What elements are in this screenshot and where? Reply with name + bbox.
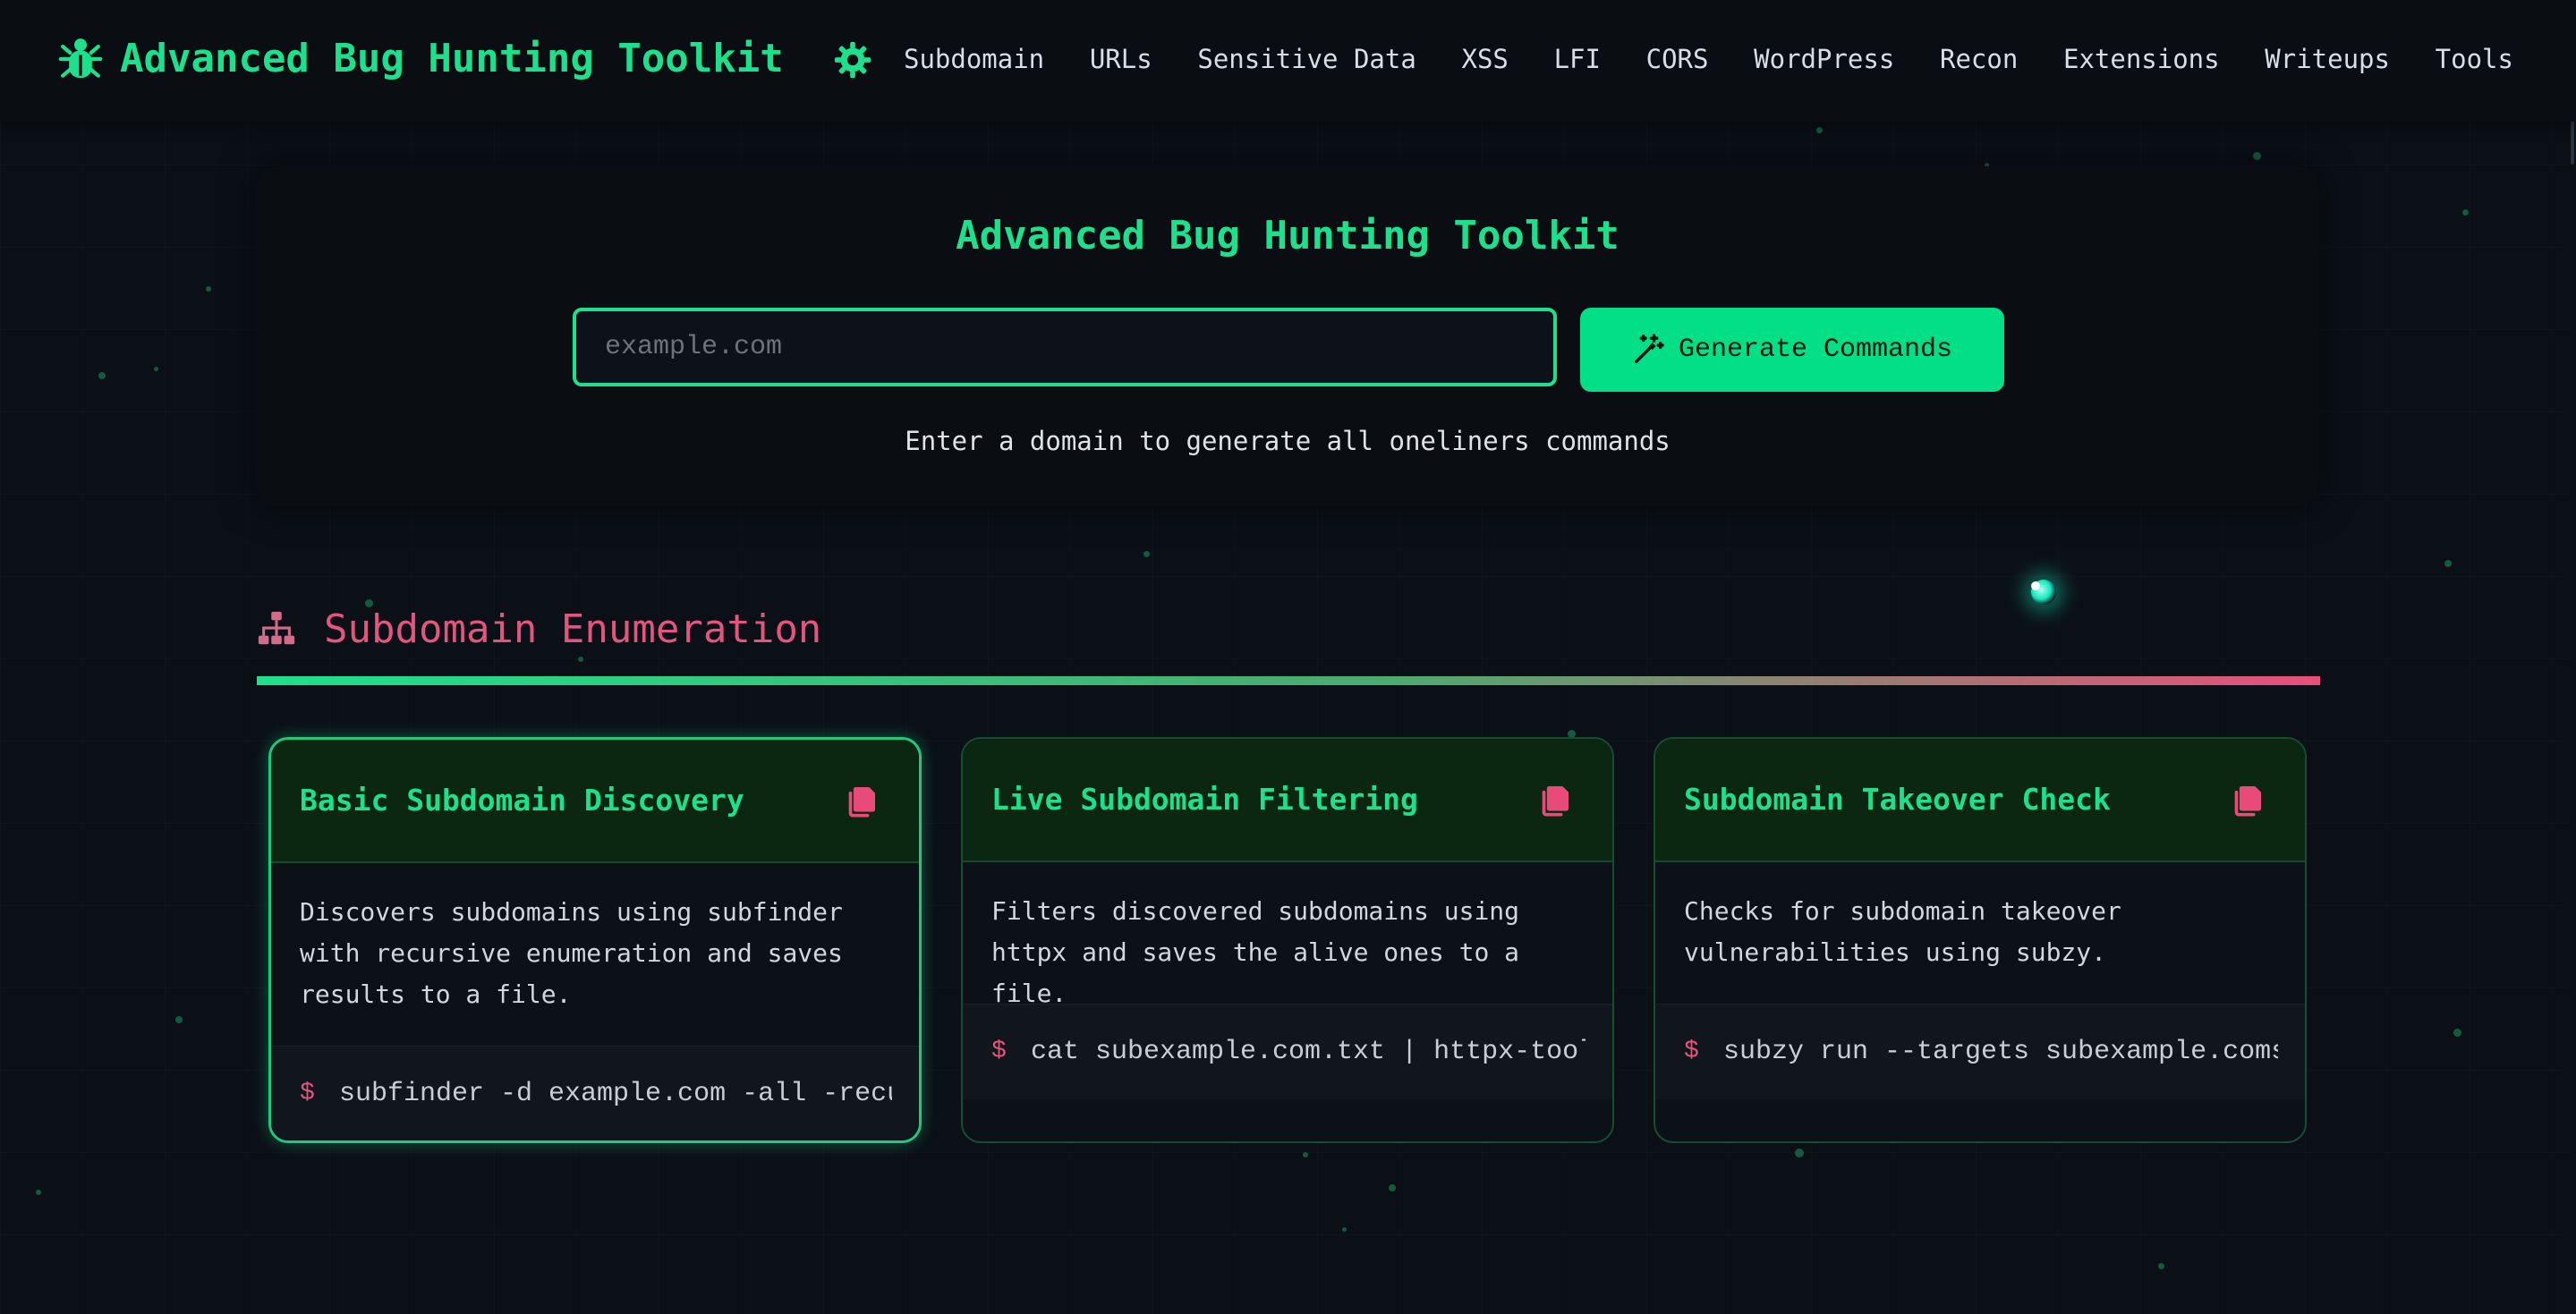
card-description: Filters discovered subdomains using http… <box>991 896 1520 1008</box>
nav-link-subdomain[interactable]: Subdomain <box>904 44 1044 74</box>
command-prompt: $ <box>1684 1038 1699 1065</box>
command-text[interactable]: cat subexample.com.txt | httpx-toolkit -… <box>1031 1005 1586 1099</box>
nav-link-recon[interactable]: Recon <box>1940 44 2018 74</box>
particle <box>1143 551 1150 557</box>
domain-input[interactable] <box>573 308 1557 386</box>
nav-link-extensions[interactable]: Extensions <box>2063 44 2220 74</box>
nav-link-tools[interactable]: Tools <box>2436 44 2513 74</box>
nav-link-xss[interactable]: XSS <box>1461 44 1508 74</box>
card-description: Checks for subdomain takeover vulnerabil… <box>1684 896 2121 967</box>
sitemap-icon <box>256 608 297 649</box>
command-card: Live Subdomain Filtering Filters discove… <box>961 737 1614 1143</box>
particle <box>175 1016 183 1023</box>
magic-wand-icon <box>1632 332 1666 369</box>
nav-link-writeups[interactable]: Writeups <box>2265 44 2390 74</box>
command-card: Subdomain Takeover Check Checks for subd… <box>1654 737 2307 1143</box>
page-scrollbar[interactable] <box>2569 0 2576 1314</box>
copy-icon[interactable] <box>1537 782 1573 818</box>
bug-icon[interactable] <box>55 34 106 84</box>
command-prompt: $ <box>991 1038 1007 1065</box>
card-description: Discovers subdomains using subfinder wit… <box>300 897 843 1009</box>
command-card: Basic Subdomain Discovery Discovers subd… <box>268 737 922 1143</box>
particle <box>1795 1149 1804 1157</box>
section-header: Subdomain Enumeration <box>256 599 821 658</box>
card-title: Live Subdomain Filtering <box>991 782 1418 817</box>
particle <box>2462 209 2469 216</box>
navbar: Advanced Bug Hunting Toolkit Subdomain U… <box>0 0 2576 122</box>
particle <box>2253 152 2261 160</box>
particle <box>36 1190 41 1195</box>
command-block[interactable]: $ subfinder -d example.com -all -recursi… <box>271 1046 919 1140</box>
card-title: Subdomain Takeover Check <box>1684 782 2111 817</box>
particle <box>1303 1152 1308 1157</box>
copy-icon[interactable] <box>844 783 880 818</box>
brand-title[interactable]: Advanced Bug Hunting Toolkit <box>120 34 784 84</box>
nav-link-cors[interactable]: CORS <box>1646 44 1709 74</box>
command-block[interactable]: $ cat subexample.com.txt | httpx-toolkit… <box>963 1004 1612 1099</box>
particle <box>154 367 158 371</box>
hero-panel: Advanced Bug Hunting Toolkit Generate Co… <box>256 166 2319 506</box>
command-text[interactable]: subzy run --targets subexample.coms.txt … <box>1723 1005 2278 1099</box>
command-prompt: $ <box>300 1080 315 1107</box>
nav-link-urls[interactable]: URLs <box>1090 44 1152 74</box>
command-block[interactable]: $ subzy run --targets subexample.coms.tx… <box>1655 1004 2305 1099</box>
particle <box>206 286 211 292</box>
generate-commands-label: Generate Commands <box>1678 335 1953 365</box>
card-header: Live Subdomain Filtering <box>963 739 1612 862</box>
copy-icon[interactable] <box>2230 782 2266 818</box>
section-title: Subdomain Enumeration <box>324 606 822 652</box>
particle <box>1389 1184 1396 1191</box>
command-text[interactable]: subfinder -d example.com -all -recursive… <box>339 1047 892 1140</box>
hero-title: Advanced Bug Hunting Toolkit <box>956 213 1620 259</box>
particle <box>2158 1263 2164 1269</box>
gear-icon[interactable] <box>832 39 873 81</box>
nav-link-wordpress[interactable]: WordPress <box>1754 44 1894 74</box>
nav-links: Subdomain URLs Sensitive Data XSS LFI CO… <box>904 36 2513 82</box>
particle <box>1342 1227 1347 1232</box>
card-title: Basic Subdomain Discovery <box>300 783 744 818</box>
nav-link-sensitive-data[interactable]: Sensitive Data <box>1197 44 1416 74</box>
particle <box>2453 1029 2461 1037</box>
card-header: Subdomain Takeover Check <box>1655 739 2305 862</box>
particle <box>98 372 106 379</box>
particle <box>1816 127 1823 133</box>
section-divider <box>257 676 2320 685</box>
hero-hint: Enter a domain to generate all oneliners… <box>905 426 1671 456</box>
generate-commands-button[interactable]: Generate Commands <box>1580 308 2004 392</box>
particle <box>2444 560 2452 567</box>
card-header: Basic Subdomain Discovery <box>271 740 919 863</box>
nav-link-lfi[interactable]: LFI <box>1554 44 1601 74</box>
cursor-glow-core <box>2031 581 2040 590</box>
